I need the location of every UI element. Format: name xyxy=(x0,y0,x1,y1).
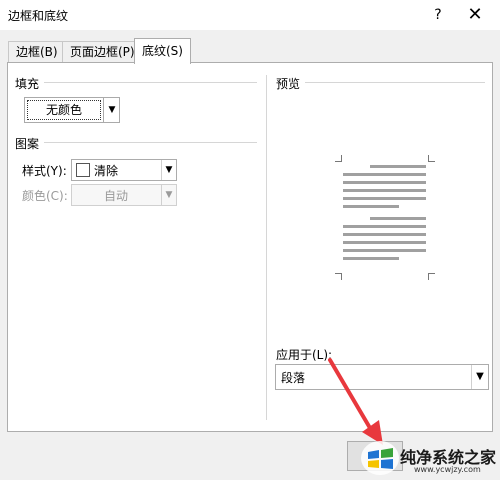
watermark-logo xyxy=(361,441,399,475)
annotation-arrow xyxy=(328,358,383,445)
tab-shading[interactable]: 底纹(S) xyxy=(134,38,191,64)
watermark-url: www.ycwjzy.com xyxy=(414,465,481,474)
